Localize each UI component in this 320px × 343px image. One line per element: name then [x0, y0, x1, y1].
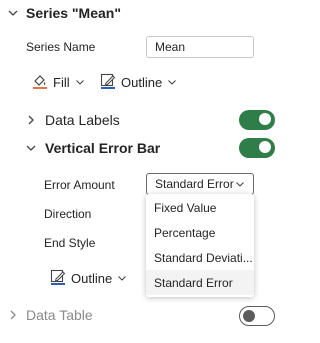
end-style-label: End Style	[44, 236, 96, 250]
data-labels-toggle[interactable]	[239, 110, 275, 130]
error-bar-title: Vertical Error Bar	[45, 140, 161, 156]
series-name-value: Mean	[155, 40, 186, 54]
outline-pen-icon	[100, 73, 116, 92]
outline-label: Outline	[121, 74, 163, 90]
chevron-down-icon	[26, 143, 36, 153]
chevron-down-icon	[167, 77, 177, 87]
fill-label: Fill	[53, 74, 70, 90]
series-name-input[interactable]: Mean	[146, 36, 254, 58]
direction-label: Direction	[44, 207, 92, 221]
chevron-down-icon	[117, 273, 127, 283]
error-amount-dropdown-list: Fixed Value Percentage Standard Deviati.…	[146, 194, 254, 297]
series-name-label: Series Name	[26, 40, 96, 54]
chevron-down-icon	[75, 77, 85, 87]
option-label: Fixed Value	[154, 200, 217, 215]
option-label: Standard Error	[154, 275, 233, 290]
error-amount-label: Error Amount	[44, 178, 115, 192]
error-bar-outline-button[interactable]: Outline	[50, 269, 127, 287]
series-section-title: Series "Mean"	[26, 5, 121, 21]
dropdown-option-standard-error[interactable]: Standard Error	[146, 270, 254, 295]
dropdown-option-standard-deviation[interactable]: Standard Deviati...	[146, 245, 254, 270]
toggle-knob	[243, 310, 255, 322]
chevron-down-icon	[235, 179, 245, 189]
outline-pen-icon	[50, 269, 66, 288]
data-labels-section-header[interactable]: Data Labels	[26, 111, 120, 129]
chevron-right-icon	[8, 310, 18, 320]
error-bar-outline-label: Outline	[71, 270, 113, 286]
data-table-title: Data Table	[26, 307, 93, 323]
toggle-knob	[259, 113, 271, 125]
error-amount-value: Standard Error	[155, 177, 234, 191]
option-label: Percentage	[154, 225, 216, 240]
error-amount-select[interactable]: Standard Error	[146, 173, 254, 195]
series-section-header[interactable]: Series "Mean"	[8, 4, 121, 22]
fill-bucket-icon	[32, 73, 48, 92]
dropdown-option-percentage[interactable]: Percentage	[146, 220, 254, 245]
outline-button[interactable]: Outline	[100, 73, 177, 91]
option-label: Standard Deviati...	[154, 250, 253, 265]
fill-button[interactable]: Fill	[32, 73, 85, 91]
data-table-section-header[interactable]: Data Table	[8, 306, 93, 324]
error-bar-section-header[interactable]: Vertical Error Bar	[26, 139, 160, 157]
chevron-down-icon	[8, 8, 18, 18]
error-bar-toggle[interactable]	[239, 138, 275, 158]
data-table-toggle[interactable]	[239, 306, 275, 326]
data-labels-title: Data Labels	[45, 112, 120, 128]
dropdown-option-fixed-value[interactable]: Fixed Value	[146, 195, 254, 220]
toggle-knob	[259, 141, 271, 153]
chevron-right-icon	[26, 115, 36, 125]
